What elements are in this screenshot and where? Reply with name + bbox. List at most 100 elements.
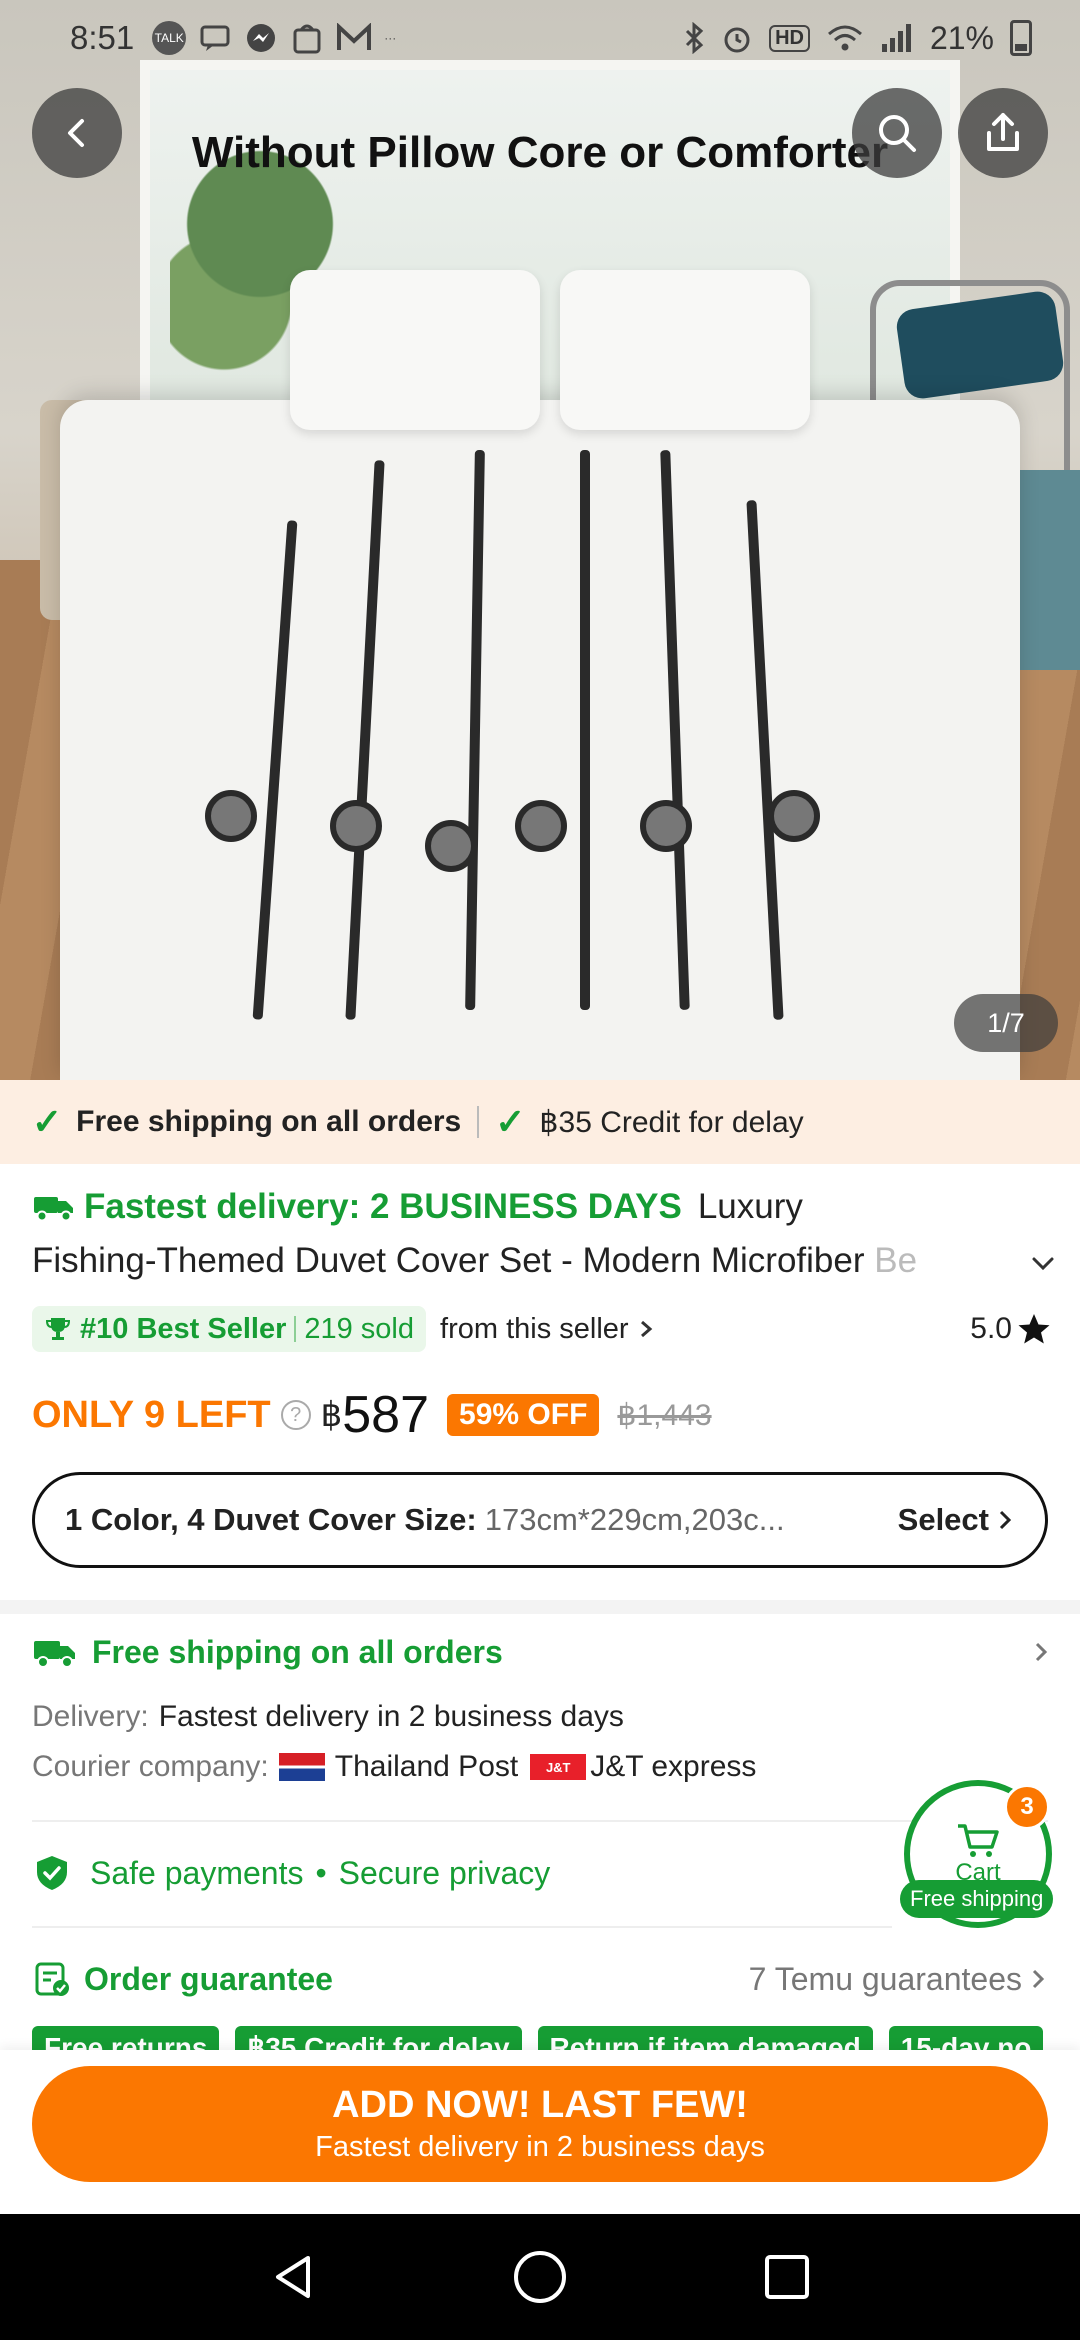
guarantee-count-link[interactable]: 7 Temu guarantees <box>749 1961 1048 1998</box>
wifi-icon <box>827 25 862 51</box>
chevron-right-icon <box>640 1320 652 1338</box>
reel-decor <box>205 790 257 842</box>
courier-line: Courier company: Thailand Post J&T J&T e… <box>32 1750 756 1784</box>
courier-jt: J&T express <box>590 1750 757 1783</box>
bed-decor <box>60 400 1020 1080</box>
search-button[interactable] <box>852 88 942 178</box>
talk-icon: TALK <box>152 21 187 55</box>
title-text: Fishing-Themed Duvet Cover Set - Modern … <box>32 1241 875 1280</box>
search-icon <box>879 115 916 152</box>
title-line-1: Fastest delivery: 2 BUSINESS DAYS Luxury <box>32 1180 1042 1234</box>
promo-credit: ฿35 Credit for delay <box>539 1105 804 1139</box>
promo-free-shipping: Free shipping on all orders <box>76 1105 462 1138</box>
best-seller-badge[interactable]: #10 Best Seller 219 sold <box>32 1306 427 1352</box>
variant-selector[interactable]: 1 Color, 4 Duvet Cover Size: 173cm*229cm… <box>32 1472 1048 1568</box>
clipboard-check-icon <box>35 1962 69 1996</box>
safe-payments: Safe payments <box>90 1854 304 1891</box>
app-root: Without Pillow Core or Comforter 8:51 TA… <box>0 0 1080 2340</box>
alarm-icon <box>724 27 750 53</box>
check-icon: ✓ <box>32 1101 63 1142</box>
chevron-right-icon <box>1035 1642 1048 1662</box>
trophy-icon <box>45 1318 71 1340</box>
nav-recents-icon[interactable] <box>760 2250 814 2304</box>
select-button[interactable]: Select <box>898 1502 1015 1538</box>
order-guarantee-row[interactable]: Order guarantee 7 Temu guarantees <box>32 1954 1048 2004</box>
chevron-right-icon <box>999 1510 1012 1530</box>
mail-icon <box>337 23 372 50</box>
reel-decor <box>425 820 477 872</box>
title-start: Luxury <box>697 1187 803 1226</box>
safe-payments-row[interactable]: Safe payments • Secure privacy <box>32 1848 550 1898</box>
divider <box>32 1926 892 1928</box>
nav-back-icon[interactable] <box>266 2250 320 2304</box>
stock-warning: ONLY 9 LEFT <box>32 1393 271 1436</box>
hd-icon: HD <box>769 24 810 52</box>
notification-icons: TALK ··· <box>152 21 396 55</box>
title-fade: Be <box>874 1241 918 1280</box>
share-icon <box>987 113 1019 151</box>
chevron-down-icon[interactable] <box>1028 1248 1058 1278</box>
cta-sub: Fastest delivery in 2 business days <box>315 2131 765 2163</box>
share-button[interactable] <box>958 88 1048 178</box>
rating-value: 5.0 <box>970 1312 1012 1345</box>
reel-decor <box>515 800 567 852</box>
system-icons: HD 21% <box>683 20 1032 57</box>
divider <box>32 1820 1048 1822</box>
chevron-left-icon <box>68 119 84 147</box>
help-icon[interactable]: ? <box>280 1400 311 1430</box>
cart-count-badge: 3 <box>1004 1784 1050 1830</box>
guarantee-title: Order guarantee <box>84 1960 333 1997</box>
status-time: 8:51 <box>70 19 135 56</box>
from-seller-link[interactable]: from this seller <box>440 1313 629 1346</box>
status-bar: 8:51 TALK ··· HD 21% <box>0 0 1080 76</box>
rod-decor <box>580 450 590 1010</box>
fast-delivery-label: Fastest delivery: 2 BUSINESS DAYS <box>84 1187 682 1226</box>
bluetooth-icon <box>686 22 704 54</box>
cta-main: ADD NOW! LAST FEW! <box>332 2084 748 2126</box>
select-label: Select <box>897 1502 989 1537</box>
battery-percent: 21% <box>929 19 994 56</box>
section-divider <box>0 1600 1080 1614</box>
rating[interactable]: 5.0 <box>970 1311 1052 1347</box>
check-icon: ✓ <box>495 1101 526 1142</box>
cart-free-shipping: Free shipping <box>900 1880 1054 1918</box>
cart-icon <box>958 1824 999 1857</box>
nav-home-icon[interactable] <box>511 2248 569 2306</box>
battery-icon <box>1010 20 1032 56</box>
promo-separator <box>477 1106 480 1138</box>
chat-icon <box>200 25 230 51</box>
variant-label: 1 Color, 4 Duvet Cover Size: <box>65 1502 477 1537</box>
badge-separator <box>294 1316 297 1342</box>
reel-decor <box>768 790 820 842</box>
price-row: ONLY 9 LEFT ? ฿ 587 59% OFF ฿1,443 <box>32 1380 712 1450</box>
discount-badge: 59% OFF <box>447 1394 600 1436</box>
add-to-cart-button[interactable]: ADD NOW! LAST FEW! Fastest delivery in 2… <box>32 2066 1048 2182</box>
system-nav-bar <box>0 2214 1080 2340</box>
shipping-title: Free shipping on all orders <box>92 1633 503 1670</box>
pillow-left <box>290 270 540 430</box>
guarantee-chip: Return if item damaged <box>537 2026 873 2050</box>
secure-privacy: Secure privacy <box>338 1854 551 1891</box>
price-original: ฿1,443 <box>617 1398 712 1432</box>
delivery-line: Delivery: Fastest delivery in 2 business… <box>32 1700 624 1734</box>
courier-thailand-post: Thailand Post <box>334 1750 519 1783</box>
title-line-2: Fishing-Themed Duvet Cover Set - Modern … <box>32 1234 962 1288</box>
shield-check-icon <box>37 1856 67 1890</box>
promo-strip: ✓ Free shipping on all orders ✓ ฿35 Cred… <box>0 1080 1080 1164</box>
truck-icon <box>34 1641 75 1668</box>
dot-separator: • <box>315 1854 327 1891</box>
back-button[interactable] <box>32 88 122 178</box>
guarantee-chips: Free returns ฿35 Credit for delay Return… <box>32 2026 1080 2050</box>
best-seller-rank: #10 Best Seller <box>80 1312 287 1345</box>
courier-key: Courier company: <box>32 1750 269 1783</box>
delivery-key: Delivery: <box>32 1700 149 1733</box>
product-title[interactable]: Fastest delivery: 2 BUSINESS DAYS Luxury… <box>32 1180 1042 1288</box>
pillow-right <box>560 270 810 430</box>
price-current: 587 <box>342 1386 430 1444</box>
reel-decor <box>640 800 692 852</box>
reel-decor <box>330 800 382 852</box>
shipping-row[interactable]: Free shipping on all orders <box>32 1630 1052 1674</box>
bottom-bar: ADD NOW! LAST FEW! Fastest delivery in 2… <box>0 2050 1080 2214</box>
price-currency: ฿ <box>320 1396 343 1434</box>
image-counter: 1/7 <box>954 994 1058 1052</box>
